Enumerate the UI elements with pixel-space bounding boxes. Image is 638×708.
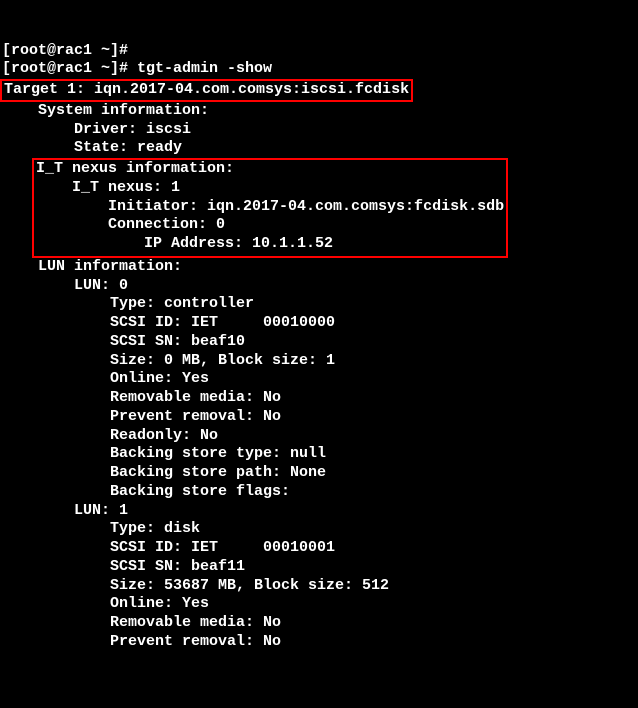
nexus-highlight: I_T nexus information: I_T nexus: 1 Init… — [32, 158, 508, 258]
lun1-prevent: Prevent removal: No — [2, 633, 636, 652]
lun1-header: LUN: 1 — [2, 502, 636, 521]
lun0-online: Online: Yes — [2, 370, 636, 389]
lun1-scsi-sn: SCSI SN: beaf11 — [2, 558, 636, 577]
lun0-scsi-id: SCSI ID: IET 00010000 — [2, 314, 636, 333]
prompt-line-2: [root@rac1 ~]# tgt-admin -show — [2, 60, 636, 79]
lun0-prevent: Prevent removal: No — [2, 408, 636, 427]
nexus-header: I_T nexus information: — [36, 160, 504, 179]
target-highlight: Target 1: iqn.2017-04.com.comsys:iscsi.f… — [0, 79, 413, 102]
lun0-bsflags: Backing store flags: — [2, 483, 636, 502]
nexus-ip: IP Address: 10.1.1.52 — [36, 235, 333, 252]
lun1-type: Type: disk — [2, 520, 636, 539]
nexus-connection: Connection: 0 — [36, 216, 504, 235]
lun0-removable: Removable media: No — [2, 389, 636, 408]
lun0-readonly: Readonly: No — [2, 427, 636, 446]
sysinfo-state: State: ready — [2, 139, 636, 158]
lun0-bspath: Backing store path: None — [2, 464, 636, 483]
lun1-removable: Removable media: No — [2, 614, 636, 633]
lun0-size: Size: 0 MB, Block size: 1 — [2, 352, 636, 371]
lun0-header: LUN: 0 — [2, 277, 636, 296]
lun0-scsi-sn: SCSI SN: beaf10 — [2, 333, 636, 352]
nexus-num: I_T nexus: 1 — [36, 179, 504, 198]
target-line: Target 1: iqn.2017-04.com.comsys:iscsi.f… — [4, 81, 409, 98]
lun1-online: Online: Yes — [2, 595, 636, 614]
lun0-bstype: Backing store type: null — [2, 445, 636, 464]
prompt-line-1: [root@rac1 ~]# — [2, 42, 636, 61]
lun0-type: Type: controller — [2, 295, 636, 314]
lun1-size: Size: 53687 MB, Block size: 512 — [2, 577, 636, 596]
sysinfo-driver: Driver: iscsi — [2, 121, 636, 140]
nexus-initiator: Initiator: iqn.2017-04.com.comsys:fcdisk… — [36, 198, 504, 217]
lun-info-header: LUN information: — [2, 258, 636, 277]
lun1-scsi-id: SCSI ID: IET 00010001 — [2, 539, 636, 558]
sysinfo-header: System information: — [2, 102, 636, 121]
